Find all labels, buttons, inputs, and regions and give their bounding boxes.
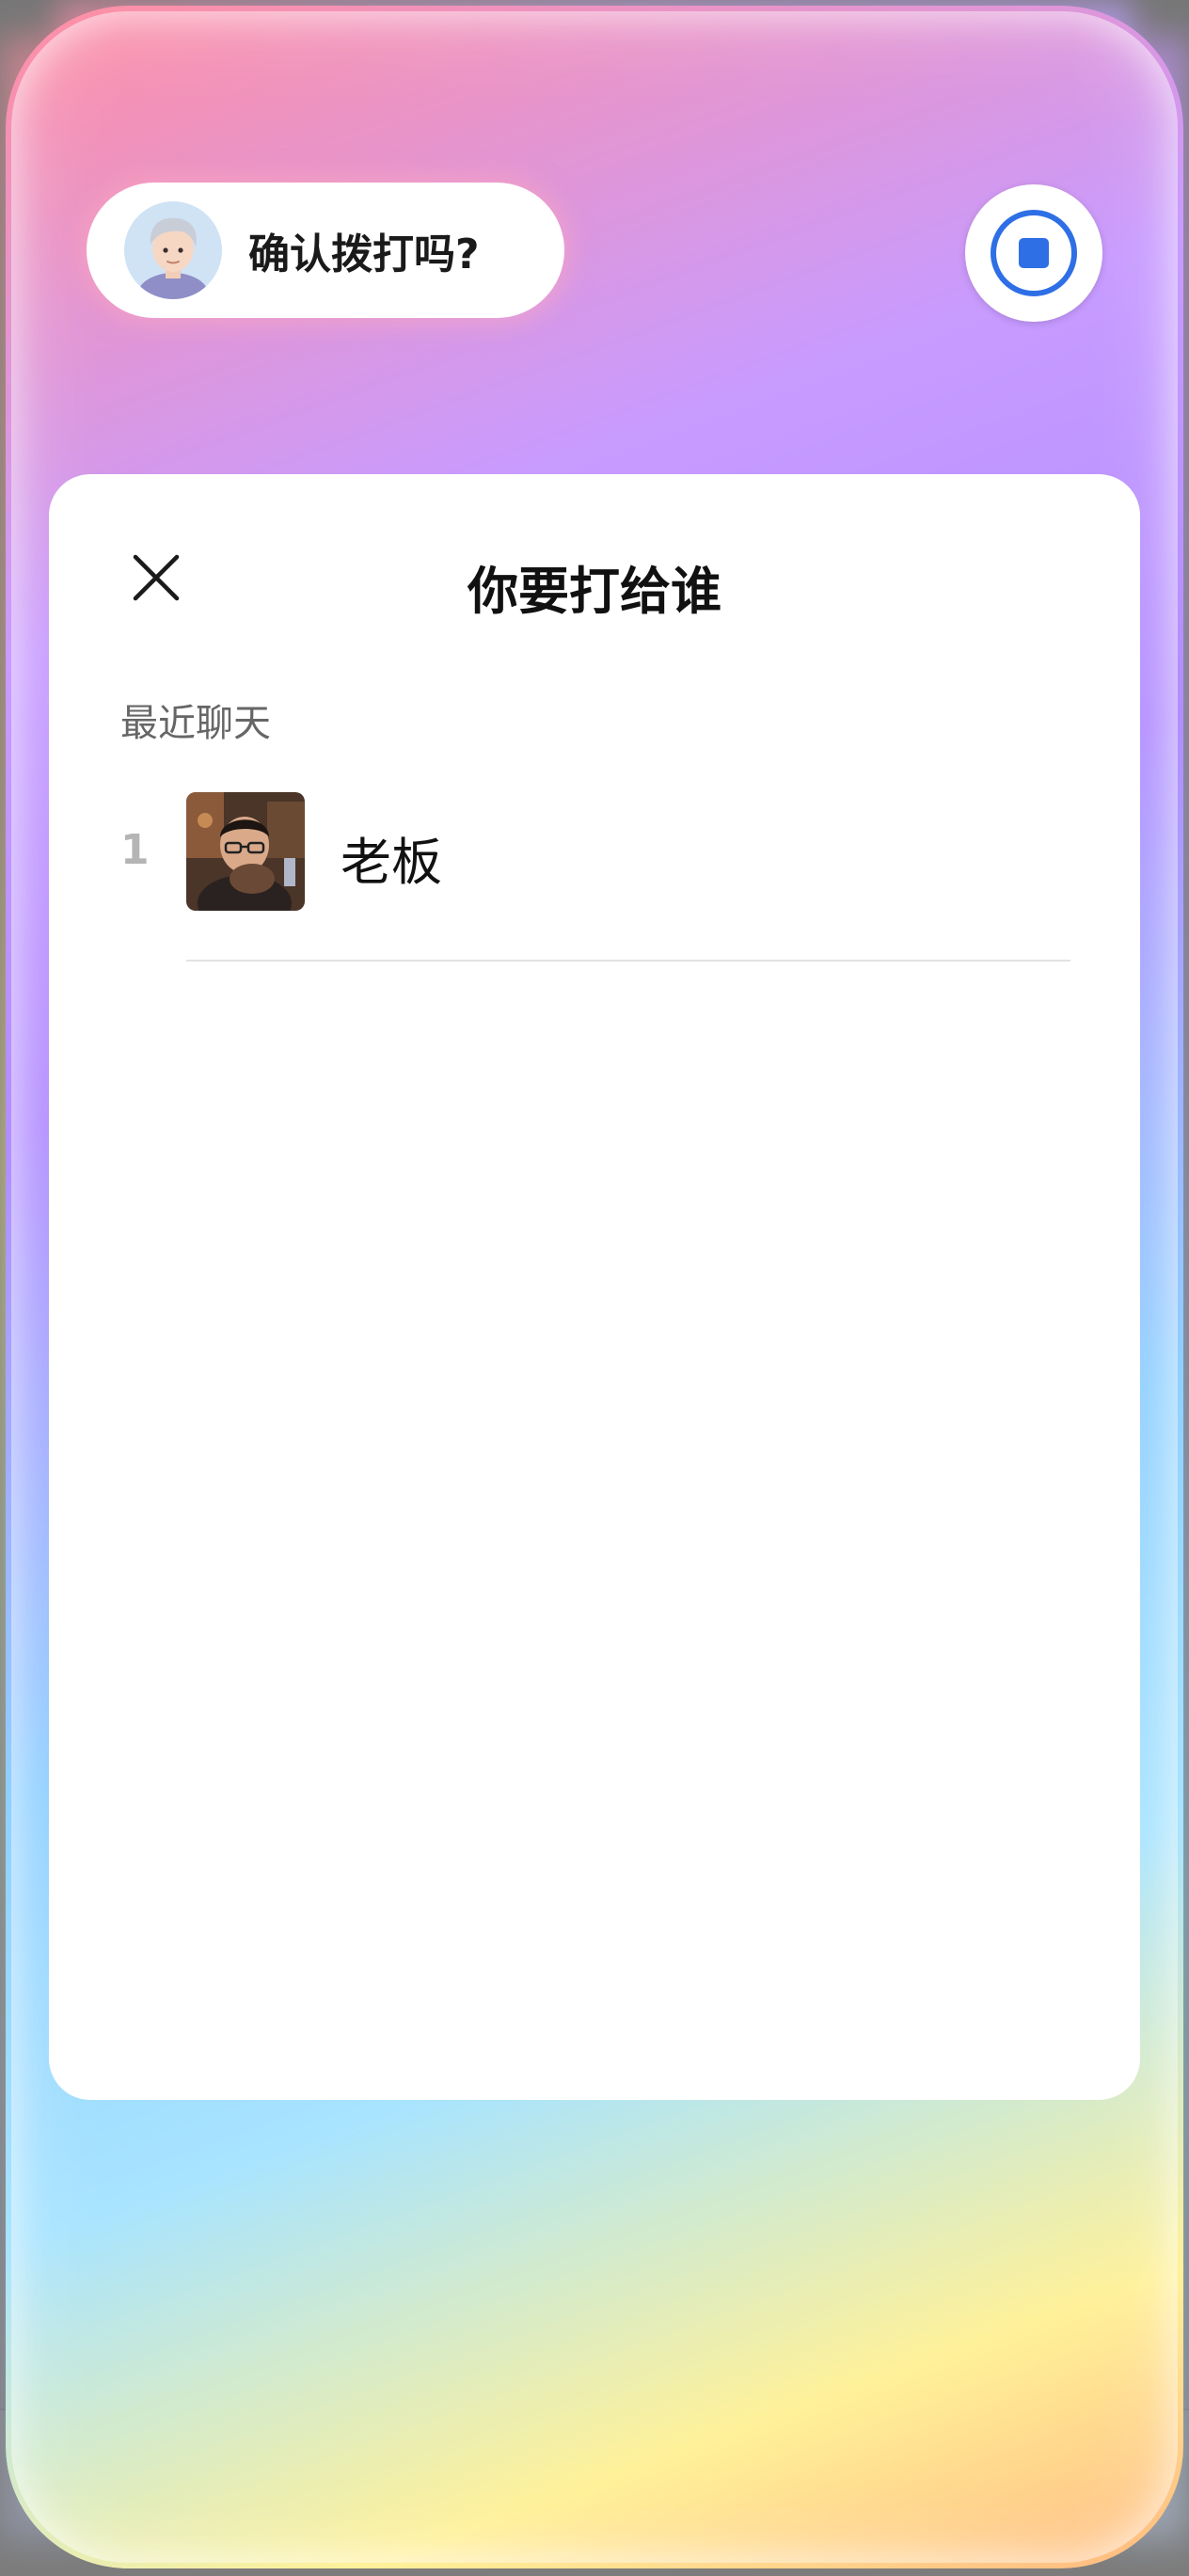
chat-timestamp: 17:49 (546, 343, 643, 382)
keyboard-button[interactable] (32, 2452, 107, 2527)
bottom-toolbar: 自助工具 ≡ 帮助与反馈 ◉ @请不要叫我测评君 (0, 2409, 1189, 2576)
menu-icon: ≡ (499, 2473, 523, 2507)
keyboard-icon (50, 2477, 89, 2504)
contact-avatar (186, 792, 305, 911)
help-feedback-label: 帮助与反馈 (781, 2465, 1035, 2525)
assistant-avatar (124, 201, 222, 299)
assistant-prompt-pill: 确认拨打吗? (87, 183, 564, 318)
watermark-text: @请不要叫我测评君 (477, 2531, 749, 2567)
watermark: ◉ @请不要叫我测评君 (0, 2525, 1189, 2568)
link-icon (1051, 2479, 1073, 2502)
weibo-icon: ◉ (440, 2531, 478, 2567)
sheet-title: 你要打给谁 (468, 562, 721, 621)
stop-square (1019, 238, 1049, 268)
self-service-tools-label: 自助工具 (282, 2465, 485, 2525)
assistant-prompt-text: 确认拨打吗? (248, 231, 480, 278)
contact-row[interactable]: 1 老板 (120, 785, 1070, 962)
stop-button[interactable] (965, 184, 1102, 322)
contact-index: 1 (120, 826, 150, 874)
stop-icon (991, 210, 1077, 296)
self-service-tools-button[interactable]: 自助工具 ≡ (282, 2457, 523, 2525)
toolbar-divider (664, 2444, 666, 2538)
toolbar-divider (141, 2444, 143, 2538)
recent-chats-label: 最近聊天 (120, 702, 271, 745)
call-picker-sheet: 你要打给谁 最近聊天 1 老板 (49, 474, 1140, 2100)
contact-name: 老板 (341, 833, 442, 892)
row-divider (186, 960, 1070, 962)
help-feedback-button[interactable]: 帮助与反馈 (781, 2457, 1076, 2525)
